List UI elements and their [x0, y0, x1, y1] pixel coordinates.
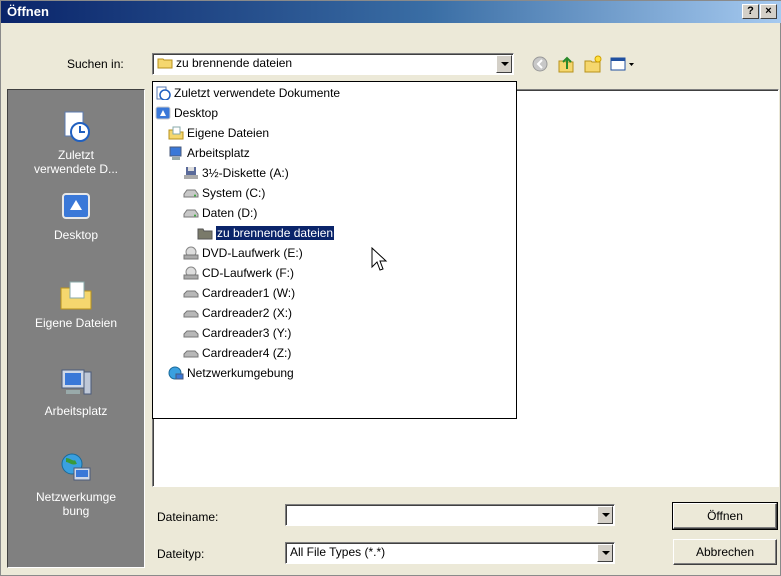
help-button[interactable]: ?: [742, 4, 759, 19]
dropdown-item-cardreader3[interactable]: Cardreader3 (Y:): [183, 322, 291, 342]
look-in-combo[interactable]: zu brennende dateien: [152, 53, 514, 75]
look-in-dropdown-list[interactable]: Zuletzt verwendete Dokumente Desktop Eig…: [152, 81, 517, 419]
dropdown-item-cardreader2[interactable]: Cardreader2 (X:): [183, 302, 292, 322]
filetype-value: All File Types (*.*): [290, 545, 386, 559]
place-network-label-2: bung: [62, 504, 90, 518]
cancel-button[interactable]: Abbrechen: [673, 539, 777, 565]
dropdown-item-network[interactable]: Netzwerkumgebung: [168, 362, 294, 382]
close-button[interactable]: ×: [760, 4, 777, 19]
up-folder-icon[interactable]: [556, 54, 576, 74]
removable-drive-icon: [183, 290, 199, 298]
new-folder-icon[interactable]: [583, 54, 603, 74]
dropdown-item-desktop[interactable]: Desktop: [155, 102, 218, 122]
dropdown-item-cd-f[interactable]: CD-Laufwerk (F:): [183, 262, 294, 282]
dropdown-item-my-computer[interactable]: Arbeitsplatz: [168, 142, 250, 162]
folder-icon: [197, 228, 213, 240]
open-button[interactable]: Öffnen: [672, 502, 778, 530]
dropdown-item-recent[interactable]: Zuletzt verwendete Dokumente: [155, 82, 340, 102]
hard-drive-icon: [183, 189, 199, 198]
dropdown-item-cardreader1[interactable]: Cardreader1 (W:): [183, 282, 295, 302]
my-documents-icon: [60, 281, 92, 310]
dropdown-item-floppy[interactable]: 3½-Diskette (A:): [183, 162, 289, 182]
look-in-value: zu brennende dateien: [157, 56, 292, 70]
dropdown-item-cardreader4[interactable]: Cardreader4 (Z:): [183, 342, 291, 362]
dropdown-item-dvd-e[interactable]: DVD-Laufwerk (E:): [183, 242, 303, 262]
dropdown-item-daten-d[interactable]: Daten (D:): [183, 202, 257, 222]
removable-drive-icon: [183, 330, 199, 338]
my-computer-icon: [61, 369, 92, 395]
place-recent-label-2: verwendete D...: [33, 162, 119, 176]
mouse-cursor-icon: [371, 247, 388, 271]
look-in-dropdown-button[interactable]: [496, 55, 512, 73]
hard-drive-icon: [183, 209, 199, 218]
filename-label: Dateiname:: [157, 510, 219, 524]
network-icon: [168, 366, 184, 380]
open-dialog: Öffnen ? × Suchen in: zu brennende datei…: [0, 0, 781, 576]
title-bar[interactable]: Öffnen ? ×: [1, 1, 781, 23]
place-my-documents[interactable]: Eigene Dateien: [8, 278, 144, 330]
filename-dropdown-button[interactable]: [597, 506, 613, 524]
place-my-documents-label: Eigene Dateien: [34, 316, 118, 330]
filename-input[interactable]: [285, 504, 615, 526]
dropdown-item-my-documents[interactable]: Eigene Dateien: [168, 122, 269, 142]
dropdown-item-zu-brennende-dateien[interactable]: zu brennende dateien: [197, 222, 336, 242]
dropdown-item-system-c[interactable]: System (C:): [183, 182, 265, 202]
look-in-label: Suchen in:: [67, 57, 124, 71]
place-my-computer-label: Arbeitsplatz: [44, 404, 108, 418]
cd-drive-icon: [183, 246, 199, 260]
recent-docs-icon: [156, 86, 171, 100]
filetype-dropdown-button[interactable]: [597, 544, 613, 562]
place-desktop-label: Desktop: [53, 228, 99, 242]
place-my-computer[interactable]: Arbeitsplatz: [8, 366, 144, 418]
desktop-icon: [62, 193, 90, 219]
place-recent-label-1: Zuletzt: [57, 148, 94, 162]
folder-icon: [157, 58, 173, 69]
place-recent[interactable]: Zuletzt verwendete D...: [8, 110, 144, 176]
my-computer-icon: [169, 146, 182, 160]
place-network[interactable]: Netzwerkumge bung: [8, 452, 144, 518]
place-network-label-1: Netzwerkumge: [35, 490, 117, 504]
window-title: Öffnen: [7, 4, 49, 19]
floppy-icon: [184, 166, 198, 179]
filetype-label: Dateityp:: [157, 547, 205, 561]
removable-drive-icon: [183, 310, 199, 318]
view-menu-icon[interactable]: [609, 54, 637, 74]
back-icon[interactable]: [530, 54, 550, 74]
cd-drive-icon: [183, 266, 199, 280]
desktop-icon: [155, 106, 171, 120]
place-desktop[interactable]: Desktop: [8, 190, 144, 242]
recent-docs-icon: [64, 111, 90, 142]
removable-drive-icon: [183, 350, 199, 358]
network-icon: [61, 453, 91, 481]
places-bar: Zuletzt verwendete D... Desktop Eigene D…: [7, 89, 145, 568]
my-documents-icon: [168, 126, 184, 140]
filetype-select[interactable]: All File Types (*.*): [285, 542, 615, 564]
